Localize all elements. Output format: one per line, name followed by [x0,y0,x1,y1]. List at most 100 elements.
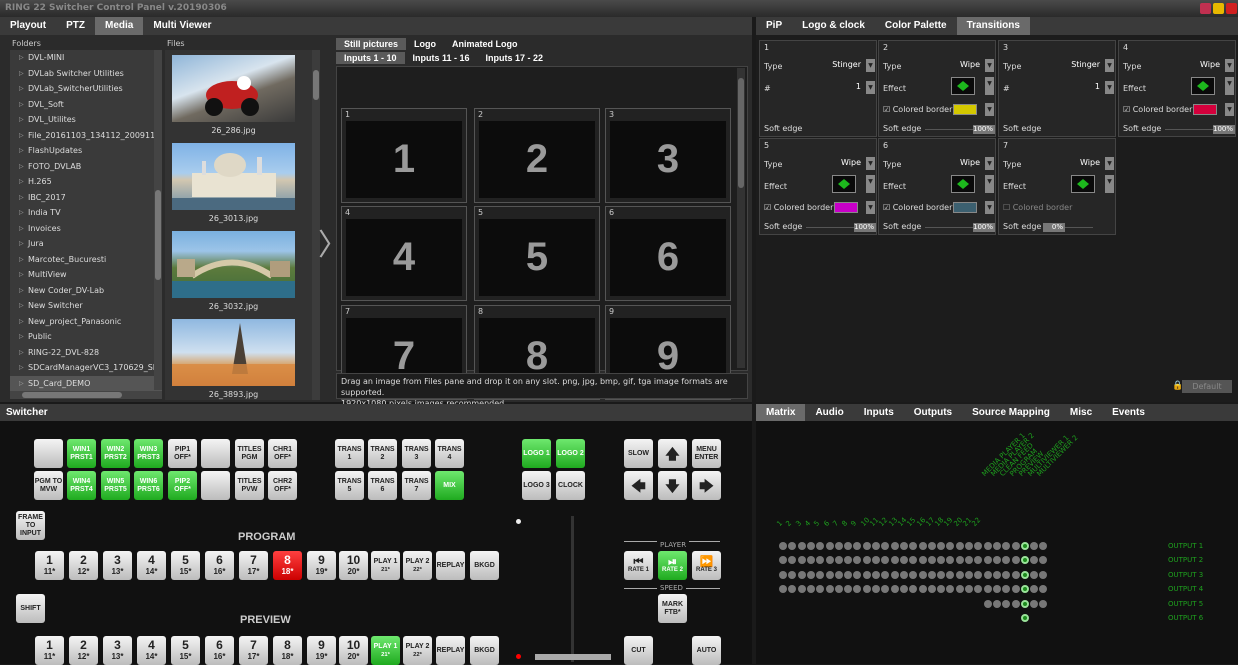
program-button-2[interactable]: 2 12* [69,551,98,580]
program-button-6[interactable]: 6 16* [205,551,234,580]
program-button-8[interactable]: 8 18* [273,551,302,580]
tab-still-pictures[interactable]: Still pictures [336,38,407,50]
transition-button[interactable]: MIX [435,471,464,500]
colored-border-checkbox[interactable]: ☑ Colored border [1123,105,1192,114]
checkbox-icon[interactable]: ☑ [764,203,771,212]
matrix-crosspoint[interactable] [992,570,1001,579]
matrix-crosspoint[interactable] [965,542,973,550]
matrix-crosspoint[interactable] [862,585,871,594]
folder-tree[interactable]: DVL-MINIDVLab Switcher UtilitiesDVLab_Sw… [10,50,162,391]
chevron-down-icon[interactable]: ▼ [985,157,994,170]
matrix-crosspoint[interactable] [872,570,880,579]
tab-inputs[interactable]: Inputs [854,404,904,421]
matrix-crosspoint[interactable] [834,585,843,594]
program-button-10[interactable]: 10 20* [339,551,368,580]
folder-item[interactable]: SD_Card_DEMO [10,375,162,391]
matrix-crosspoint[interactable] [955,585,964,594]
maximize-icon[interactable] [1213,3,1224,14]
row1-button[interactable]: TITLES PGM [235,439,264,468]
slot-preview[interactable]: 2 [479,121,595,198]
tab-playout[interactable]: Playout [0,17,56,35]
matrix-crosspoint[interactable] [899,570,908,579]
wipe-effect-icon[interactable] [951,77,975,95]
matrix-crosspoint[interactable] [1039,599,1048,608]
chevron-down-icon[interactable]: ▼ [866,201,875,214]
preview-button-14[interactable]: BKGD [470,636,499,665]
soft-edge-value[interactable]: 100% [973,125,995,134]
folder-item[interactable]: H.265 [10,174,162,190]
program-button-13[interactable]: REPLAY [436,551,465,580]
matrix-crosspoint[interactable] [983,585,992,594]
soft-edge-slider[interactable] [806,227,854,228]
row1-button[interactable]: PIP1 OFF* [168,439,197,468]
thumb-image[interactable] [172,55,295,122]
matrix-crosspoint[interactable] [825,570,834,579]
matrix-crosspoint[interactable] [927,542,936,550]
preview-button-13[interactable]: REPLAY [436,636,465,665]
matrix-crosspoint[interactable] [797,542,806,550]
matrix-crosspoint[interactable] [1030,570,1039,579]
soft-edge-value[interactable]: 100% [854,223,876,232]
wipe-effect-icon[interactable] [832,175,856,193]
program-button-4[interactable]: 4 14* [137,551,166,580]
chevron-down-icon[interactable]: ▼ [1105,81,1114,94]
matrix-crosspoint[interactable] [918,570,927,579]
program-button-12[interactable]: PLAY 2 22* [403,551,432,580]
chevron-down-icon[interactable]: ▼ [985,103,994,116]
slot-preview[interactable]: 4 [346,219,462,296]
image-slot[interactable]: 55 [474,206,600,301]
stinger-number-dropdown[interactable]: 1 [1067,81,1103,94]
preview-button-9[interactable]: 9 19* [307,636,336,665]
row1-button[interactable] [34,439,63,468]
folder-item[interactable]: Public [10,329,162,345]
shift-button[interactable]: SHIFT [16,594,45,623]
chevron-down-icon[interactable]: ▼ [866,81,875,94]
logo-button[interactable]: LOGO 2 [556,439,585,468]
matrix-crosspoint[interactable] [1002,599,1011,608]
matrix-crosspoint[interactable] [797,585,806,594]
folder-item[interactable]: DVL_Soft [10,97,162,113]
program-button-5[interactable]: 5 15* [171,551,200,580]
matrix-crosspoint[interactable] [1011,570,1020,579]
type-dropdown[interactable]: Wipe [947,59,983,72]
chevron-down-icon[interactable]: ▼ [866,175,875,193]
folder-item[interactable]: Jura [10,236,162,252]
matrix-crosspoint[interactable] [834,542,843,550]
folder-item[interactable]: FOTO_DVLAB [10,159,162,175]
matrix-crosspoint[interactable] [797,570,806,579]
matrix-crosspoint[interactable] [1011,585,1020,594]
tab-multi-viewer[interactable]: Multi Viewer [143,17,221,35]
soft-edge-value[interactable]: 100% [1213,125,1235,134]
colored-border-checkbox[interactable]: ☑ Colored border [764,203,833,212]
tbar-handle[interactable] [535,654,611,660]
cut-button[interactable]: CUT [624,636,653,665]
matrix-crosspoint[interactable] [983,599,992,608]
tbar-track[interactable] [571,516,574,662]
matrix-crosspoint[interactable] [834,570,843,579]
tab-transitions[interactable]: Transitions [956,17,1030,35]
tab-logo[interactable]: Logo [406,38,444,50]
tab-color-palette[interactable]: Color Palette [875,17,957,35]
tab-inputs-11-16[interactable]: Inputs 11 - 16 [405,52,478,64]
row2-button[interactable] [201,471,230,500]
folder-item[interactable]: IBC_2017 [10,190,162,206]
row1-button[interactable]: CHR1 OFF* [268,439,297,468]
matrix-crosspoint[interactable] [862,542,871,550]
image-slot[interactable]: 33 [605,108,731,203]
chevron-down-icon[interactable]: ▼ [1225,103,1234,116]
preview-button-4[interactable]: 4 14* [137,636,166,665]
thumb-image[interactable] [172,231,295,298]
preview-button-1[interactable]: 1 11* [35,636,64,665]
transition-button[interactable]: TRANS 3 [402,439,431,468]
soft-edge-slider[interactable] [925,129,973,130]
matrix-crosspoint[interactable] [890,542,899,550]
matrix-crosspoint[interactable] [806,542,815,550]
matrix-crosspoint[interactable] [1020,570,1029,579]
row2-button[interactable]: WIN4 PRST4 [67,471,96,500]
border-color-swatch[interactable] [834,202,858,213]
border-color-swatch[interactable] [953,104,977,115]
matrix-crosspoint[interactable] [825,556,834,565]
matrix-crosspoint[interactable] [918,556,927,565]
minimize-icon[interactable] [1200,3,1211,14]
folder-item[interactable]: India TV [10,205,162,221]
